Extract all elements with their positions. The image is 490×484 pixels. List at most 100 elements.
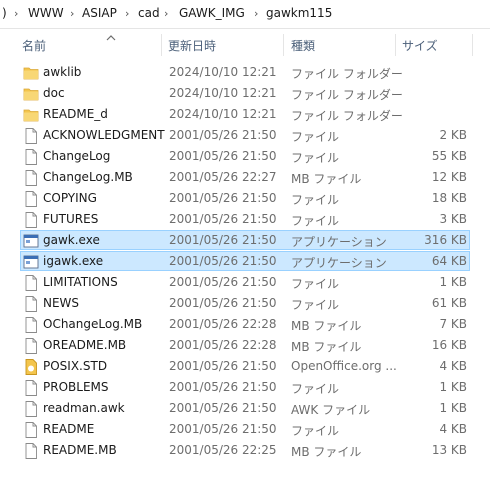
- file-size: 4 KB: [439, 359, 467, 373]
- folder-icon: [22, 64, 40, 82]
- file-row[interactable]: OChangeLog.MB 2001/05/26 22:28 MB ファイル 7 KB: [20, 314, 470, 334]
- file-date: 2001/05/26 21:50: [169, 380, 277, 394]
- file-row[interactable]: doc 2024/10/10 12:21 ファイル フォルダー: [20, 83, 470, 103]
- file-type: MB ファイル: [291, 319, 362, 333]
- column-divider[interactable]: [472, 34, 473, 56]
- file-name: README.MB: [43, 443, 117, 457]
- file-type: ファイル フォルダー: [291, 109, 403, 123]
- file-icon: [22, 127, 40, 145]
- column-header-type[interactable]: 種類: [291, 37, 315, 54]
- file-icon: [22, 274, 40, 292]
- column-header-name[interactable]: 名前: [22, 35, 116, 54]
- file-row[interactable]: ChangeLog 2001/05/26 21:50 ファイル 55 KB: [20, 146, 470, 166]
- file-type: ファイル: [291, 193, 340, 207]
- file-row[interactable]: awklib 2024/10/10 12:21 ファイル フォルダー: [20, 62, 470, 82]
- file-date: 2001/05/26 22:28: [169, 338, 277, 352]
- file-row[interactable]: ChangeLog.MB 2001/05/26 22:27 MB ファイル 12 KB: [20, 167, 470, 187]
- file-date: 2001/05/26 21:50: [169, 422, 277, 436]
- column-divider[interactable]: [395, 34, 396, 56]
- breadcrumb-item-asiap[interactable]: ASIAP: [82, 6, 117, 20]
- file-date: 2001/05/26 21:50: [169, 191, 277, 205]
- file-type: ファイル: [291, 298, 340, 312]
- file-date: 2001/05/26 22:28: [169, 317, 277, 331]
- column-divider[interactable]: [161, 34, 162, 56]
- breadcrumb-item-cad[interactable]: cad: [138, 6, 160, 20]
- file-name: igawk.exe: [43, 254, 104, 268]
- breadcrumb-separator-icon[interactable]: ›: [164, 7, 168, 20]
- file-type: ファイル フォルダー: [291, 67, 403, 81]
- file-row[interactable]: POSIX.STD 2001/05/26 21:50 OpenOffice.org …: [20, 356, 470, 376]
- file-type: MB ファイル: [291, 172, 362, 186]
- column-header-size[interactable]: サイズ: [402, 37, 438, 54]
- file-row[interactable]: ACKNOWLEDGMENT 2001/05/26 21:50 ファイル 2 KB: [20, 125, 470, 145]
- breadcrumb-separator-icon[interactable]: ›: [254, 7, 258, 20]
- file-row[interactable]: README.MB 2001/05/26 22:25 MB ファイル 13 KB: [20, 440, 470, 460]
- file-row[interactable]: FUTURES 2001/05/26 21:50 ファイル 3 KB: [20, 209, 470, 229]
- file-date: 2001/05/26 21:50: [169, 254, 277, 268]
- file-size: 1 KB: [439, 275, 467, 289]
- folder-icon: [22, 85, 40, 103]
- file-name: awklib: [43, 65, 82, 79]
- file-type: MB ファイル: [291, 445, 362, 459]
- file-type: アプリケーション: [291, 235, 387, 249]
- file-name: COPYING: [43, 191, 97, 205]
- file-row[interactable]: COPYING 2001/05/26 21:50 ファイル 18 KB: [20, 188, 470, 208]
- file-row[interactable]: readman.awk 2001/05/26 21:50 AWK ファイル 1 KB: [20, 398, 470, 418]
- file-icon: [22, 169, 40, 187]
- file-row[interactable]: OREADME.MB 2001/05/26 22:28 MB ファイル 16 KB: [20, 335, 470, 355]
- file-name: gawk.exe: [43, 233, 100, 247]
- file-size: 3 KB: [439, 212, 467, 226]
- file-date: 2001/05/26 22:27: [169, 170, 277, 184]
- file-icon: [22, 295, 40, 313]
- file-icon: [22, 337, 40, 355]
- file-type: ファイル: [291, 151, 340, 165]
- column-header-date[interactable]: 更新日時: [168, 37, 216, 54]
- application-icon: [22, 232, 40, 250]
- file-date: 2001/05/26 21:50: [169, 233, 277, 247]
- breadcrumb-item-gawkm115[interactable]: gawkm115: [266, 6, 332, 20]
- file-name: PROBLEMS: [43, 380, 109, 394]
- application-icon: [22, 253, 40, 271]
- file-type: MB ファイル: [291, 340, 362, 354]
- file-name: POSIX.STD: [43, 359, 108, 373]
- file-name: LIMITATIONS: [43, 275, 118, 289]
- file-row[interactable]: NEWS 2001/05/26 21:50 ファイル 61 KB: [20, 293, 470, 313]
- file-date: 2001/05/26 21:50: [169, 296, 277, 310]
- file-date: 2024/10/10 12:21: [169, 107, 277, 121]
- file-size: 64 KB: [431, 254, 467, 268]
- breadcrumb-lead: ): [2, 6, 7, 20]
- file-name: NEWS: [43, 296, 80, 310]
- file-name: doc: [43, 86, 65, 100]
- file-row[interactable]: README_d 2024/10/10 12:21 ファイル フォルダー: [20, 104, 470, 124]
- file-date: 2001/05/26 21:50: [169, 128, 277, 142]
- column-divider[interactable]: [283, 34, 284, 56]
- file-size: 1 KB: [439, 380, 467, 394]
- file-icon: [22, 379, 40, 397]
- file-size: 2 KB: [439, 128, 467, 142]
- file-type: ファイル: [291, 424, 340, 438]
- breadcrumb-separator-icon[interactable]: ›: [125, 7, 129, 20]
- file-icon: [22, 148, 40, 166]
- file-name: OREADME.MB: [43, 338, 127, 352]
- breadcrumb-item-www[interactable]: WWW: [28, 6, 64, 20]
- file-row[interactable]: gawk.exe 2001/05/26 21:50 アプリケーション 316 KB: [20, 230, 470, 250]
- file-row[interactable]: LIMITATIONS 2001/05/26 21:50 ファイル 1 KB: [20, 272, 470, 292]
- openoffice-document-icon: [22, 358, 40, 376]
- file-size: 55 KB: [431, 149, 467, 163]
- file-date: 2001/05/26 21:50: [169, 275, 277, 289]
- file-date: 2001/05/26 21:50: [169, 212, 277, 226]
- file-icon: [22, 421, 40, 439]
- file-row[interactable]: igawk.exe 2001/05/26 21:50 アプリケーション 64 KB: [20, 251, 470, 271]
- file-row[interactable]: PROBLEMS 2001/05/26 21:50 ファイル 1 KB: [20, 377, 470, 397]
- file-date: 2024/10/10 12:21: [169, 86, 277, 100]
- breadcrumb-item-gawk-img[interactable]: GAWK_IMG: [179, 6, 245, 20]
- file-row[interactable]: README 2001/05/26 21:50 ファイル 4 KB: [20, 419, 470, 439]
- file-name: FUTURES: [43, 212, 99, 226]
- file-name: readman.awk: [43, 401, 125, 415]
- file-type: ファイル: [291, 277, 340, 291]
- file-size: 4 KB: [439, 422, 467, 436]
- breadcrumb-separator-icon[interactable]: ›: [70, 7, 74, 20]
- file-type: OpenOffice.org ...: [291, 359, 397, 373]
- breadcrumb-separator-icon: ›: [14, 7, 19, 20]
- file-size: 16 KB: [431, 338, 467, 352]
